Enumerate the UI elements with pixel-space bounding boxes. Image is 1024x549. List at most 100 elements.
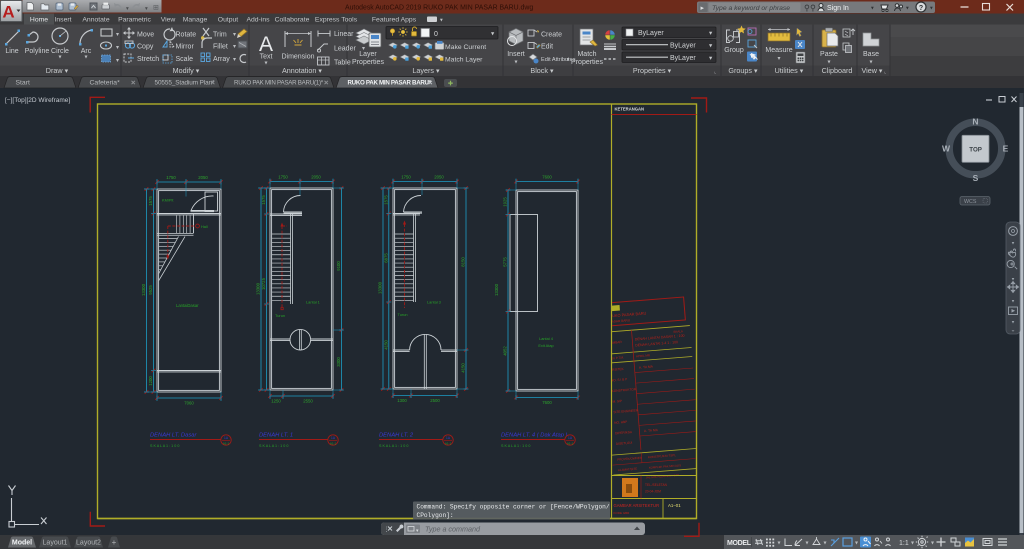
svg-text:Polyline: Polyline bbox=[25, 48, 50, 55]
svg-text:Group: Group bbox=[724, 47, 744, 54]
svg-text:2500: 2500 bbox=[430, 398, 440, 403]
svg-text:DENAH LT. 2: DENAH LT. 2 bbox=[379, 433, 414, 439]
svg-text:▾: ▾ bbox=[116, 58, 119, 64]
svg-text:Copy: Copy bbox=[137, 44, 154, 51]
svg-text:N: N bbox=[972, 117, 978, 127]
svg-text:S K A L A 1 : 1 0 0: S K A L A 1 : 1 0 0 bbox=[379, 444, 408, 448]
svg-text:2050: 2050 bbox=[198, 175, 208, 180]
svg-text:▾: ▾ bbox=[855, 541, 858, 547]
svg-text:Text: Text bbox=[260, 54, 273, 61]
svg-text:LantaiDasar: LantaiDasar bbox=[176, 303, 199, 308]
svg-text:▾: ▾ bbox=[806, 541, 809, 547]
svg-text:ByLayer: ByLayer bbox=[670, 43, 696, 50]
svg-text:Layer: Layer bbox=[359, 51, 377, 58]
svg-text:?: ? bbox=[919, 5, 923, 12]
svg-text:Sign In: Sign In bbox=[827, 5, 849, 12]
svg-text:DENAH LT. 1: DENAH LT. 1 bbox=[259, 433, 293, 439]
svg-text:13300: 13300 bbox=[141, 283, 146, 296]
svg-text:DENAH LT. 4 ( Dak Atap ): DENAH LT. 4 ( Dak Atap ) bbox=[501, 433, 568, 439]
svg-text:Output: Output bbox=[218, 17, 239, 24]
svg-text:⚲: ⚲ bbox=[810, 4, 816, 13]
svg-text:A1-1: A1-1 bbox=[330, 441, 337, 445]
svg-text:2050: 2050 bbox=[311, 175, 321, 180]
svg-text:Fillet: Fillet bbox=[213, 44, 228, 51]
svg-text:S K A L A 1 : 1 0 0: S K A L A 1 : 1 0 0 bbox=[259, 444, 288, 448]
svg-text:Block ▾: Block ▾ bbox=[530, 66, 554, 75]
svg-text:▾: ▾ bbox=[931, 541, 934, 547]
svg-text:Paste: Paste bbox=[820, 51, 838, 58]
svg-text:▾: ▾ bbox=[911, 541, 914, 547]
svg-text:KODE GBR: KODE GBR bbox=[614, 511, 631, 515]
svg-text:Layers ▾: Layers ▾ bbox=[412, 66, 440, 75]
svg-text:Parametric: Parametric bbox=[118, 17, 151, 24]
svg-text:▾: ▾ bbox=[233, 57, 236, 63]
svg-text:1575: 1575 bbox=[148, 196, 153, 206]
svg-text:▾: ▾ bbox=[116, 32, 119, 38]
svg-text:A1-1: A1-1 bbox=[223, 441, 230, 445]
svg-text:Dimension: Dimension bbox=[281, 54, 314, 61]
svg-text:Line: Line bbox=[5, 48, 18, 55]
svg-text:Lantai 3: Lantai 3 bbox=[427, 300, 441, 305]
svg-text:1:1: 1:1 bbox=[899, 540, 909, 547]
svg-text:Annotate: Annotate bbox=[82, 17, 109, 24]
svg-text:Base: Base bbox=[863, 51, 879, 58]
svg-text:Properties ▾: Properties ▾ bbox=[633, 66, 672, 75]
svg-text:Insert: Insert bbox=[507, 51, 525, 58]
svg-text:Insert: Insert bbox=[55, 17, 72, 24]
svg-text:▾: ▾ bbox=[778, 541, 781, 547]
svg-text:TOP: TOP bbox=[969, 146, 982, 153]
svg-text:1575: 1575 bbox=[383, 195, 388, 205]
svg-text:▾: ▾ bbox=[264, 61, 267, 67]
svg-text:1300: 1300 bbox=[397, 398, 407, 403]
svg-text:13300: 13300 bbox=[378, 281, 383, 294]
svg-text:S K A L A 1 : 1 0 0: S K A L A 1 : 1 0 0 bbox=[150, 444, 179, 448]
svg-text:⊞: ⊞ bbox=[153, 5, 159, 12]
svg-text:View: View bbox=[161, 17, 176, 24]
svg-text:Exit Atap: Exit Atap bbox=[538, 343, 553, 348]
svg-text:Layout2: Layout2 bbox=[76, 540, 101, 547]
svg-text:▾: ▾ bbox=[145, 6, 148, 12]
svg-text:▾: ▾ bbox=[233, 44, 236, 50]
svg-text:▾: ▾ bbox=[871, 6, 874, 12]
svg-text:2550: 2550 bbox=[303, 399, 313, 404]
svg-text:Featured Apps: Featured Apps bbox=[372, 17, 417, 24]
svg-text:Turun: Turun bbox=[275, 313, 285, 318]
svg-text:TEL./SELETAN: TEL./SELETAN bbox=[645, 483, 668, 487]
svg-text:▾: ▾ bbox=[906, 6, 909, 12]
svg-text:1200: 1200 bbox=[148, 376, 153, 386]
svg-text:E: E bbox=[1003, 144, 1009, 154]
svg-text:Make Current: Make Current bbox=[445, 44, 486, 51]
svg-text:Lantai 4: Lantai 4 bbox=[539, 336, 554, 341]
svg-text:Collaborate: Collaborate bbox=[275, 17, 310, 24]
svg-text:8150: 8150 bbox=[461, 257, 466, 267]
svg-text:9100: 9100 bbox=[336, 261, 341, 271]
svg-text:▾: ▾ bbox=[233, 32, 236, 38]
svg-text:Annotation ▾: Annotation ▾ bbox=[282, 66, 322, 75]
svg-text:4150: 4150 bbox=[461, 363, 466, 373]
svg-text:7600: 7600 bbox=[542, 175, 552, 180]
svg-text:W: W bbox=[942, 144, 951, 154]
svg-text:7060: 7060 bbox=[184, 401, 194, 406]
svg-text:Clipboard: Clipboard bbox=[822, 66, 853, 75]
svg-text:⌄: ⌄ bbox=[1010, 328, 1015, 334]
svg-text:Mirror: Mirror bbox=[176, 44, 195, 51]
svg-text:▾: ▾ bbox=[514, 60, 517, 66]
svg-text:3300: 3300 bbox=[336, 357, 341, 367]
svg-text:Properties: Properties bbox=[571, 59, 603, 66]
svg-text:Match: Match bbox=[577, 51, 596, 58]
svg-text:KM/Pit: KM/Pit bbox=[162, 198, 174, 203]
svg-text:2050: 2050 bbox=[434, 175, 444, 180]
svg-text:Cafeteria*: Cafeteria* bbox=[90, 79, 121, 86]
svg-text:Start: Start bbox=[16, 79, 30, 86]
svg-text:20-04-JOM: 20-04-JOM bbox=[645, 490, 661, 494]
svg-text:▾: ▾ bbox=[58, 55, 61, 61]
svg-text:RUKO PAK MIN PASAR BARU(1)*: RUKO PAK MIN PASAR BARU(1)* bbox=[234, 79, 324, 86]
svg-text:▸: ▸ bbox=[701, 5, 705, 12]
svg-text:4052: 4052 bbox=[503, 346, 508, 356]
svg-text:▾: ▾ bbox=[126, 6, 129, 12]
svg-text:Rotate: Rotate bbox=[176, 32, 197, 39]
svg-text:Home: Home bbox=[30, 17, 48, 24]
svg-text:Type a keyword or phrase: Type a keyword or phrase bbox=[712, 5, 790, 12]
svg-text:7600: 7600 bbox=[542, 400, 552, 405]
svg-text:5775: 5775 bbox=[503, 257, 508, 267]
